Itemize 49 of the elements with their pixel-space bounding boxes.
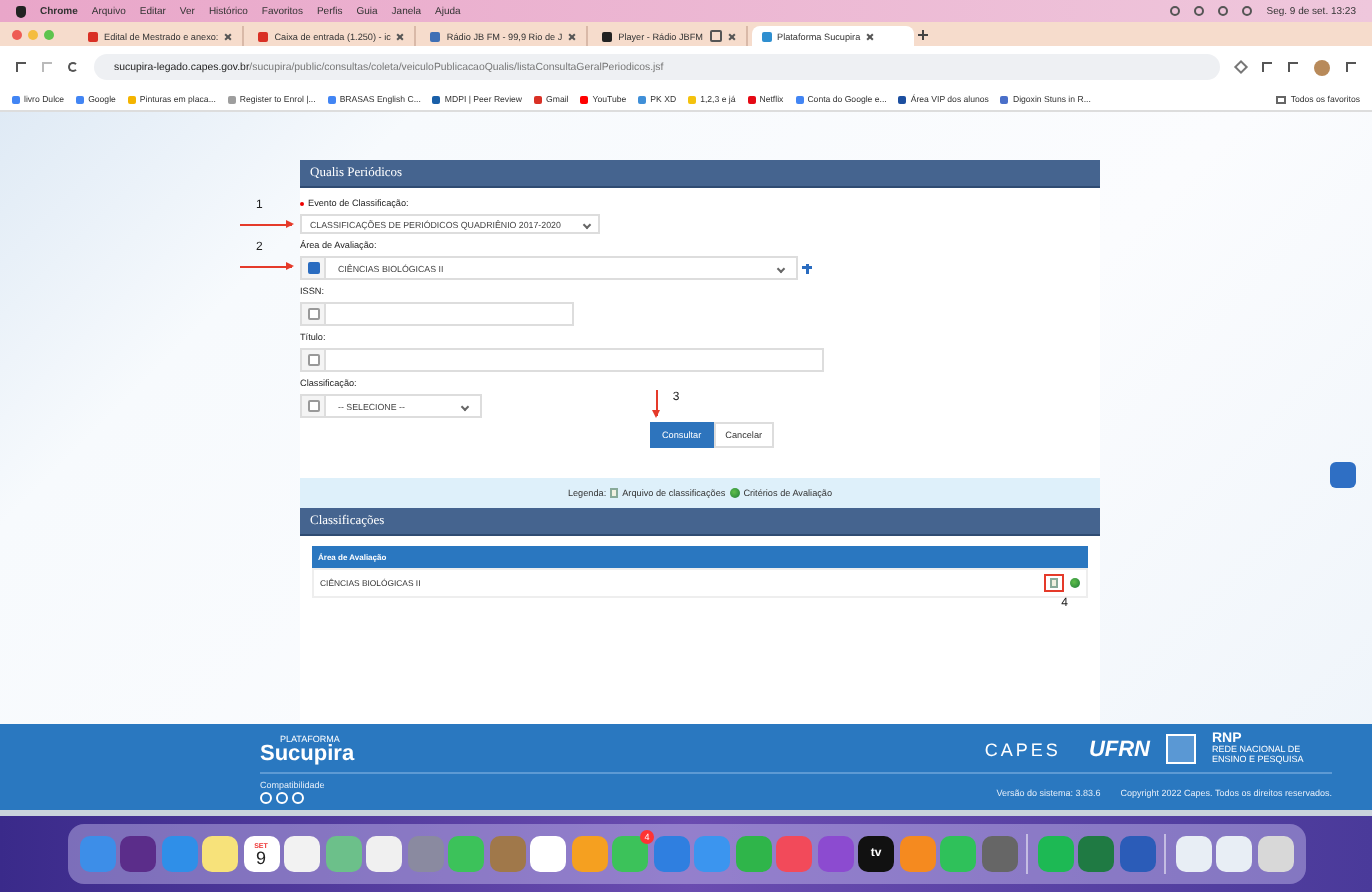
app-icon[interactable]	[940, 836, 976, 872]
close-icon[interactable]	[727, 32, 736, 40]
status-icon[interactable]	[1194, 6, 1205, 16]
document-icon[interactable]	[1050, 578, 1058, 588]
folder-icon	[1276, 95, 1287, 103]
close-icon[interactable]	[568, 32, 577, 40]
globe-icon	[729, 488, 740, 498]
reload-icon[interactable]	[68, 62, 78, 72]
app-icon[interactable]	[325, 836, 361, 872]
app-icon[interactable]	[448, 836, 484, 872]
caret-icon	[460, 401, 470, 411]
app-icon[interactable]	[284, 836, 320, 872]
tab-favicon-icon	[430, 31, 441, 41]
checkbox[interactable]	[307, 308, 319, 320]
tab-favicon-icon	[258, 31, 269, 41]
app-icon[interactable]	[120, 836, 156, 872]
tab-favicon-icon	[761, 31, 772, 41]
status-icon[interactable]	[1170, 6, 1181, 16]
tab-favicon-icon	[88, 31, 98, 41]
checkbox[interactable]	[307, 262, 319, 274]
add-icon[interactable]	[802, 263, 812, 273]
app-icon[interactable]	[571, 836, 607, 872]
app-icon[interactable]	[1216, 836, 1252, 872]
app-icon[interactable]	[1257, 836, 1293, 872]
logo-text: Sucupira	[260, 743, 355, 766]
globe-icon[interactable]	[1070, 578, 1080, 588]
input-field[interactable]	[326, 348, 824, 372]
input-field[interactable]	[326, 302, 574, 326]
logo-text: UFRN	[1088, 737, 1150, 762]
tab-favicon-icon	[602, 31, 613, 41]
logo-text: CAPES	[984, 739, 1061, 760]
close-icon[interactable]	[224, 32, 233, 40]
app-icon[interactable]	[366, 836, 402, 872]
new-tab-icon[interactable]	[918, 29, 929, 39]
app-icon[interactable]	[981, 836, 1017, 872]
caret-icon	[582, 219, 592, 229]
app-icon[interactable]	[1119, 836, 1155, 872]
checkbox[interactable]	[307, 354, 319, 366]
caret-icon	[776, 263, 786, 273]
app-icon[interactable]	[817, 836, 853, 872]
avatar-icon[interactable]	[1314, 59, 1330, 75]
app-icon[interactable]	[530, 836, 566, 872]
checkbox[interactable]	[307, 400, 319, 412]
window-controls-icon[interactable]	[12, 29, 54, 39]
app-icon[interactable]	[1175, 836, 1211, 872]
document-icon	[610, 488, 619, 498]
close-icon[interactable]	[396, 32, 405, 40]
close-icon[interactable]	[866, 32, 875, 40]
app-icon[interactable]	[202, 836, 238, 872]
